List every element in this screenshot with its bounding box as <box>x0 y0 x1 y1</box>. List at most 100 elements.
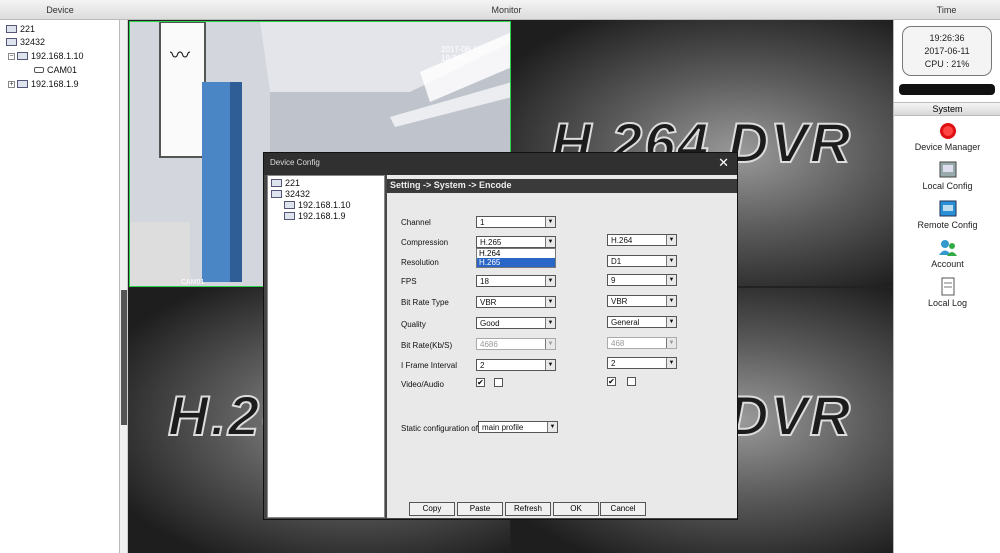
quality-extra-select[interactable]: General ▼ <box>607 316 677 328</box>
tree-node-label: 32432 <box>20 37 46 47</box>
iframe-extra-select[interactable]: 2 ▼ <box>607 357 677 369</box>
compression-label: Compression <box>401 238 449 247</box>
channel-label: Channel <box>401 218 431 227</box>
remote-config-label: Remote Config <box>917 220 978 230</box>
dialog-tree-node-32432[interactable]: 32432 <box>271 189 310 199</box>
close-icon[interactable]: ✕ <box>718 155 729 171</box>
extra-video-checkbox[interactable]: ✔ <box>607 377 616 386</box>
status-bar <box>899 84 995 95</box>
main-audio-checkbox[interactable] <box>494 378 503 387</box>
tree-node-cam01[interactable]: CAM01 <box>34 65 77 75</box>
chevron-down-icon: ▼ <box>545 360 555 370</box>
clock-time: 19:26:36 <box>929 33 965 43</box>
chevron-down-icon: ▼ <box>666 235 676 245</box>
quality-label: Quality <box>401 320 426 329</box>
dvr-device-icon <box>284 212 295 220</box>
device-panel-header: Device <box>0 0 120 20</box>
account-users-icon <box>938 240 957 256</box>
tree-node-label: 192.168.1.10 <box>298 200 351 210</box>
compression-main-select[interactable]: H.265 ▼ <box>476 236 556 248</box>
bitrate-label: Bit Rate(Kb/S) <box>401 341 453 350</box>
account-button[interactable]: Account <box>894 238 1000 269</box>
chevron-down-icon: ▼ <box>666 256 676 266</box>
compression-main-value: H.265 <box>480 238 502 247</box>
resolution-extra-select[interactable]: D1 ▼ <box>607 255 677 267</box>
bitrate-type-label: Bit Rate Type <box>401 298 449 307</box>
chevron-down-icon: ▼ <box>666 317 676 327</box>
panel-splitter[interactable] <box>120 20 128 553</box>
tree-node-192-168-1-10[interactable]: − 192.168.1.10 <box>8 51 84 61</box>
cancel-button[interactable]: Cancel <box>600 502 646 516</box>
extra-audio-checkbox[interactable] <box>627 377 636 386</box>
quality-main-select[interactable]: Good ▼ <box>476 317 556 329</box>
tree-node-32432[interactable]: 32432 <box>6 37 45 47</box>
monitor-header: Monitor <box>120 0 893 20</box>
device-manager-button[interactable]: Device Manager <box>894 121 1000 152</box>
system-section-header: System <box>894 102 1000 116</box>
channel-value: 1 <box>480 218 485 227</box>
monitor-header-label: Monitor <box>491 4 522 15</box>
channel-select[interactable]: 1 ▼ <box>476 216 556 228</box>
iframe-interval-label: I Frame Interval <box>401 361 458 370</box>
iframe-main-value: 2 <box>480 361 485 370</box>
camera-name-overlay: CAM01 <box>181 279 205 286</box>
bitrate-main-field: 4686 ▼ <box>476 338 556 350</box>
local-config-button[interactable]: Local Config <box>894 160 1000 191</box>
iframe-extra-value: 2 <box>611 359 616 368</box>
time-system-panel: 19:26:36 2017-06-11 CPU : 21% System Dev… <box>893 20 1000 553</box>
device-manager-label: Device Manager <box>914 142 981 152</box>
chevron-down-icon: ▼ <box>666 275 676 285</box>
chevron-down-icon: ▼ <box>666 338 676 348</box>
dialog-title-bar[interactable]: Device Config <box>264 153 737 175</box>
iframe-main-select[interactable]: 2 ▼ <box>476 359 556 371</box>
ok-button[interactable]: OK <box>553 502 599 516</box>
dvr-device-icon <box>284 201 295 209</box>
compression-extra-select[interactable]: H.264 ▼ <box>607 234 677 246</box>
tree-node-label: 192.168.1.9 <box>298 211 346 221</box>
bitrate-type-main-select[interactable]: VBR ▼ <box>476 296 556 308</box>
tree-node-221[interactable]: 221 <box>6 24 35 34</box>
dialog-tree-node-221[interactable]: 221 <box>271 178 300 188</box>
compression-extra-value: H.264 <box>611 236 633 245</box>
chevron-down-icon: ▼ <box>666 296 676 306</box>
tree-node-label: 221 <box>20 24 36 34</box>
dialog-tree-node-192-168-1-10[interactable]: 192.168.1.10 <box>284 200 351 210</box>
chevron-down-icon: ▼ <box>545 297 555 307</box>
paste-button[interactable]: Paste <box>457 502 503 516</box>
device-tree-panel: 221 32432 − 192.168.1.10 CAM01 +192.168.1… <box>0 20 120 553</box>
copy-button[interactable]: Copy <box>409 502 455 516</box>
encode-settings-panel: Setting -> System -> Encode Channel 1 ▼ C… <box>387 175 737 518</box>
bitrate-type-extra-select[interactable]: VBR ▼ <box>607 295 677 307</box>
expand-toggle-icon[interactable]: + <box>8 80 15 88</box>
chevron-down-icon: ▼ <box>545 217 555 227</box>
device-header-label: Device <box>46 4 74 15</box>
splitter-handle[interactable] <box>121 290 127 425</box>
static-config-select[interactable]: main profile ▼ <box>478 421 558 433</box>
static-config-label: Static configuration of <box>401 424 478 433</box>
fps-extra-select[interactable]: 9 ▼ <box>607 274 677 286</box>
local-config-label: Local Config <box>922 181 973 191</box>
dropdown-option-h265[interactable]: H.265 <box>477 258 555 267</box>
quality-main-value: Good <box>480 319 500 328</box>
device-group-icon <box>271 190 282 198</box>
breadcrumb: Setting -> System -> Encode <box>387 179 737 193</box>
remote-config-icon <box>939 200 956 217</box>
tree-node-192-168-1-9[interactable]: +192.168.1.9 <box>8 79 79 89</box>
chevron-down-icon: ▼ <box>545 237 555 247</box>
main-video-checkbox[interactable]: ✔ <box>476 378 485 387</box>
compression-dropdown-list: H.264 H.265 <box>476 248 556 268</box>
collapse-toggle-icon[interactable]: − <box>8 52 15 60</box>
bitrate-extra-value: 468 <box>611 339 625 348</box>
document-log-icon <box>941 277 954 296</box>
time-header: Time <box>893 0 1000 20</box>
fps-main-select[interactable]: 18 ▼ <box>476 275 556 287</box>
remote-config-button[interactable]: Remote Config <box>894 199 1000 230</box>
dialog-tree-node-192-168-1-9[interactable]: 192.168.1.9 <box>284 211 346 221</box>
local-log-button[interactable]: Local Log <box>894 277 1000 308</box>
bitrate-extra-field: 468 ▼ <box>607 337 677 349</box>
bitrate-type-main-value: VBR <box>480 298 497 307</box>
refresh-button[interactable]: Refresh <box>505 502 551 516</box>
static-config-value: main profile <box>482 423 524 432</box>
resolution-label: Resolution <box>401 258 439 267</box>
dropdown-option-h264[interactable]: H.264 <box>477 249 555 258</box>
